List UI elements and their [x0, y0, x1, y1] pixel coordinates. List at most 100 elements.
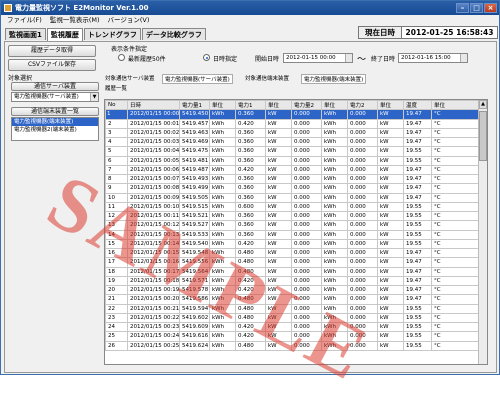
close-button[interactable]: ×: [484, 3, 497, 13]
table-cell: 0.480: [235, 340, 266, 351]
table-row[interactable]: 13 2012/01/15 00:12 5419.527 kWh 0.360 kW 0.00…: [105, 220, 481, 231]
column-header[interactable]: 単位: [321, 100, 348, 111]
table-cell: 5419.493: [179, 173, 210, 185]
column-header[interactable]: 単位: [209, 100, 236, 111]
table-row[interactable]: 16 2012/01/15 00:15 5419.548 kWh 0.480 kW 0.00…: [105, 247, 481, 259]
start-datetime-value: 2012-01-15 00:00: [286, 55, 336, 61]
table-cell: 0.000: [291, 173, 322, 185]
table-cell: 19.47: [403, 192, 432, 203]
table-row[interactable]: 22 2012/01/15 00:21 5419.594 kWh 0.480 kW 0.00…: [105, 303, 481, 314]
menu-file[interactable]: ファイル(F): [7, 15, 42, 26]
tab-compare-graph[interactable]: データ比較グラフ: [141, 28, 206, 40]
start-datetime-picker[interactable]: 2012-01-15 00:00: [283, 53, 353, 63]
table-row[interactable]: 20 2012/01/15 00:19 5419.578 kWh 0.420 kW 0.00…: [105, 284, 481, 296]
menu-version[interactable]: バージョン(V): [108, 15, 150, 26]
end-datetime-picker[interactable]: 2012-01-16 15:00: [398, 53, 468, 63]
column-header[interactable]: 単位: [431, 100, 481, 111]
server-device-select[interactable]: 電力監視機器(サーバ装置) ▼: [11, 92, 99, 102]
save-csv-button[interactable]: CSVファイル保存: [8, 59, 96, 71]
column-header[interactable]: 単位: [265, 100, 292, 111]
get-history-button[interactable]: 履歴データ取得: [8, 45, 96, 57]
table-cell: 2012/01/15 00:03: [127, 136, 180, 148]
table-cell: 2012/01/15 00:14: [127, 238, 180, 250]
table-row[interactable]: 9 2012/01/15 00:08 5419.499 kWh 0.360 kW 0.000…: [105, 183, 481, 194]
table-cell: 9: [105, 183, 128, 194]
terminal-listbox[interactable]: 電力監視機器(端末装置) 電力監視機器2(端末装置): [11, 117, 99, 141]
scroll-thumb[interactable]: [479, 111, 487, 161]
table-row[interactable]: 18 2012/01/15 00:17 5419.564 kWh 0.480 kW 0.00…: [105, 266, 481, 277]
terminal-item-1[interactable]: 電力監視機器(端末装置): [12, 118, 98, 126]
table-row[interactable]: 8 2012/01/15 00:07 5419.493 kWh 0.360 kW 0.000…: [105, 173, 481, 185]
table-row[interactable]: 12 2012/01/15 00:11 5419.521 kWh 0.360 kW 0.00…: [105, 210, 481, 222]
table-cell: kWh: [209, 303, 236, 314]
table-cell: kWh: [209, 118, 236, 129]
table-row[interactable]: 26 2012/01/15 00:25 5419.624 kWh 0.480 kW 0.00…: [105, 340, 481, 351]
table-row[interactable]: 2 2012/01/15 00:01 5419.457 kWh 0.420 kW 0.000…: [105, 118, 481, 129]
menu-bar: ファイル(F) 監視一覧表示(M) バージョン(V): [1, 15, 499, 26]
column-header[interactable]: 温度: [403, 100, 432, 111]
table-cell: 19.55: [403, 201, 432, 213]
table-row[interactable]: 7 2012/01/15 00:06 5419.487 kWh 0.420 kW 0.000…: [105, 164, 481, 176]
table-cell: 0.000: [347, 173, 378, 185]
column-header[interactable]: 電力2: [347, 100, 378, 111]
table-row[interactable]: 4 2012/01/15 00:03 5419.469 kWh 0.360 kW 0.000…: [105, 136, 481, 148]
table-cell: °C: [431, 312, 481, 324]
maximize-button[interactable]: □: [470, 3, 483, 13]
table-row[interactable]: 1 2012/01/15 00:00 5419.450 kWh 0.360 kW 0.000…: [105, 109, 481, 120]
column-header[interactable]: 電力1: [235, 100, 266, 111]
table-cell: 7: [105, 164, 128, 176]
menu-monitor-list[interactable]: 監視一覧表示(M): [50, 15, 100, 26]
datetime-radio[interactable]: [203, 54, 210, 61]
table-row[interactable]: 3 2012/01/15 00:02 5419.463 kWh 0.360 kW 0.000…: [105, 127, 481, 139]
vertical-scrollbar[interactable]: ▲: [478, 100, 487, 364]
column-header[interactable]: 単位: [377, 100, 404, 111]
calendar-icon[interactable]: [460, 54, 467, 62]
table-row[interactable]: 10 2012/01/15 00:09 5419.505 kWh 0.360 kW 0.00…: [105, 192, 481, 203]
scroll-up-icon[interactable]: ▲: [479, 100, 487, 109]
table-cell: kWh: [209, 284, 236, 296]
table-cell: 2012/01/15 00:07: [127, 173, 180, 185]
terminal-item-2[interactable]: 電力監視機器2(端末装置): [12, 126, 98, 134]
table-cell: kWh: [321, 312, 348, 324]
chevron-down-icon[interactable]: ▼: [90, 93, 98, 101]
table-cell: 5419.602: [179, 312, 210, 324]
table-row[interactable]: 11 2012/01/15 00:10 5419.515 kWh 0.600 kW 0.00…: [105, 201, 481, 213]
tab-trend-graph[interactable]: トレンドグラフ: [83, 28, 141, 40]
table-cell: °C: [431, 229, 481, 240]
table-cell: 4: [105, 136, 128, 148]
table-row[interactable]: 25 2012/01/15 00:24 5419.616 kWh 0.420 kW 0.00…: [105, 331, 481, 342]
table-cell: 2012/01/15 00:19: [127, 284, 180, 296]
table-row[interactable]: 23 2012/01/15 00:22 5419.602 kWh 0.480 kW 0.00…: [105, 312, 481, 324]
table-row[interactable]: 17 2012/01/15 00:16 5419.556 kWh 0.480 kW 0.00…: [105, 257, 481, 268]
latest-50-radio[interactable]: [118, 54, 125, 61]
table-cell: 6: [105, 155, 128, 166]
table-row[interactable]: 14 2012/01/15 00:13 5419.533 kWh 0.360 kW 0.00…: [105, 229, 481, 240]
tab-monitor-screen[interactable]: 監視画面1: [5, 28, 46, 40]
minimize-button[interactable]: –: [456, 3, 469, 13]
table-cell: kW: [265, 321, 292, 333]
table-row[interactable]: 5 2012/01/15 00:04 5419.475 kWh 0.360 kW 0.000…: [105, 146, 481, 157]
table-cell: 2012/01/15 00:04: [127, 146, 180, 157]
table-row[interactable]: 15 2012/01/15 00:14 5419.540 kWh 0.420 kW 0.00…: [105, 238, 481, 250]
table-row[interactable]: 21 2012/01/15 00:20 5419.586 kWh 0.480 kW 0.00…: [105, 294, 481, 305]
column-header[interactable]: 電力量1: [179, 100, 210, 111]
table-row[interactable]: 24 2012/01/15 00:23 5419.609 kWh 0.420 kW 0.00…: [105, 321, 481, 333]
table-cell: 2012/01/15 00:15: [127, 247, 180, 259]
column-header[interactable]: 日時: [127, 100, 180, 111]
table-cell: kW: [377, 173, 404, 185]
column-header[interactable]: No: [105, 100, 128, 111]
table-cell: 0.000: [291, 247, 322, 259]
table-row[interactable]: 19 2012/01/15 00:18 5419.571 kWh 0.420 kW 0.00…: [105, 275, 481, 287]
tab-monitor-history[interactable]: 監視履歴: [46, 28, 83, 41]
table-cell: 0.000: [347, 183, 378, 194]
table-cell: 0.000: [347, 220, 378, 231]
table-cell: kW: [377, 155, 404, 166]
table-cell: 3: [105, 127, 128, 139]
table-row[interactable]: 6 2012/01/15 00:05 5419.481 kWh 0.360 kW 0.000…: [105, 155, 481, 166]
history-table[interactable]: No 日時 電力量1 単位 電力1 単位 電力量2 単位 電力2 単位 温度 単位 1 2012/01/…: [104, 99, 488, 365]
table-cell: 0.000: [347, 266, 378, 277]
table-cell: 0.360: [235, 192, 266, 203]
calendar-icon[interactable]: [345, 54, 352, 62]
table-cell: 0.000: [291, 229, 322, 240]
column-header[interactable]: 電力量2: [291, 100, 322, 111]
